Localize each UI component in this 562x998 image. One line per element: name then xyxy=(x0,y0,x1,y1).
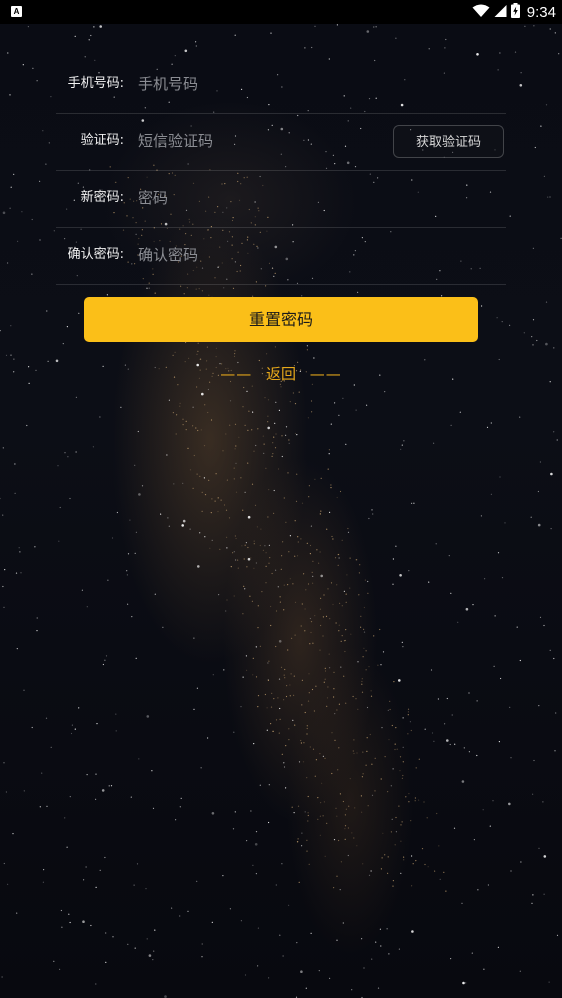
back-link[interactable]: —— 返回 —— xyxy=(0,362,562,386)
code-label: 验证码: xyxy=(80,133,124,148)
back-dash-left: —— xyxy=(220,365,253,383)
signal-icon xyxy=(494,3,507,22)
sms-code-input[interactable] xyxy=(138,127,388,155)
status-icons: 9:34 xyxy=(472,0,556,24)
code-row: 验证码: 获取验证码 xyxy=(56,113,506,171)
back-label[interactable]: 返回 xyxy=(266,365,296,383)
confirm-password-row: 确认密码: xyxy=(56,227,506,285)
status-time: 9:34 xyxy=(526,3,556,21)
new-password-label: 新密码: xyxy=(80,190,124,205)
phone-input[interactable] xyxy=(138,70,388,98)
notification-a-icon: A xyxy=(11,6,22,17)
confirm-password-input[interactable] xyxy=(138,241,388,269)
status-bar: A 9:34 xyxy=(0,0,562,24)
get-code-button[interactable]: 获取验证码 xyxy=(393,125,504,158)
reset-password-button[interactable]: 重置密码 xyxy=(84,297,478,342)
wifi-icon xyxy=(472,3,490,22)
back-dash-right: —— xyxy=(309,365,342,383)
new-password-row: 新密码: xyxy=(56,170,506,228)
phone-label: 手机号码: xyxy=(67,76,124,91)
phone-row: 手机号码: xyxy=(56,56,506,114)
battery-charging-icon xyxy=(510,2,520,22)
new-password-input[interactable] xyxy=(138,184,388,212)
confirm-password-label: 确认密码: xyxy=(67,247,124,262)
